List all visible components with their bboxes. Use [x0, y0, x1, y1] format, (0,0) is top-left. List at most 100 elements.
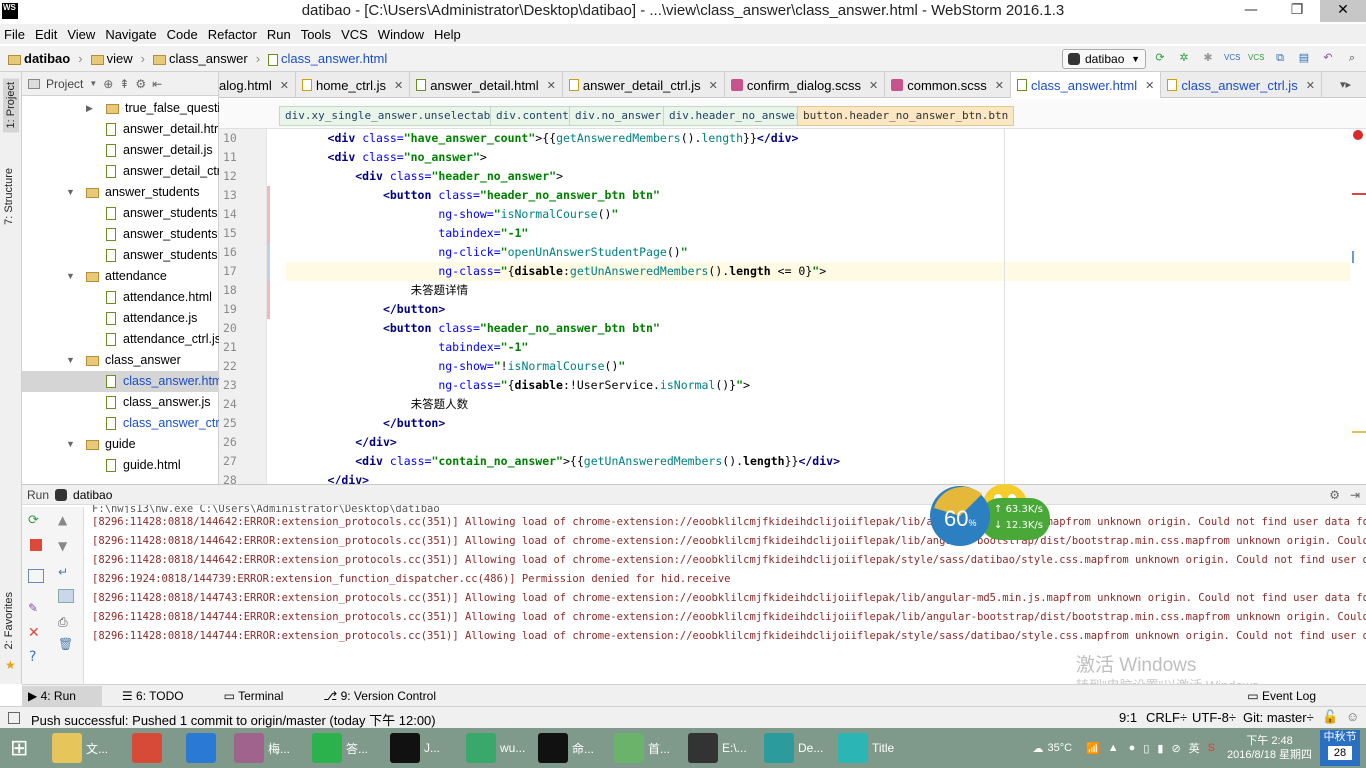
vcs-update-icon[interactable]: VCS: [1224, 50, 1240, 66]
revert-icon[interactable]: ↶: [1320, 50, 1336, 66]
menu-edit[interactable]: Edit: [35, 27, 57, 42]
breadcrumb-item-file[interactable]: class_answer.html: [268, 51, 387, 66]
lock-icon[interactable]: 🔓: [1322, 709, 1338, 725]
tree-file-row[interactable]: answer_students: [22, 245, 219, 266]
taskbar-app-button[interactable]: J...: [390, 730, 440, 766]
line-separator[interactable]: CRLF÷: [1146, 710, 1187, 725]
tag-breadcrumb-item[interactable]: div.no_answer: [569, 106, 668, 126]
help-icon[interactable]: ?: [29, 649, 45, 665]
tree-file-row[interactable]: answer_detail_ctr: [22, 161, 219, 182]
collapse-icon[interactable]: ⇞: [119, 77, 129, 91]
line-number[interactable]: 19: [219, 300, 266, 319]
qq-icon[interactable]: ●: [1129, 742, 1136, 754]
debugger-icon[interactable]: ✎: [28, 601, 44, 615]
close-tab-icon[interactable]: ✕: [995, 79, 1004, 92]
tree-file-row[interactable]: answer_students: [22, 203, 219, 224]
code-line[interactable]: <div class="no_answer">: [286, 148, 1350, 167]
inspector-icon[interactable]: ☺: [1346, 709, 1359, 724]
editor-scrollbar[interactable]: [1350, 129, 1366, 484]
run-config-tab[interactable]: datibao: [73, 488, 112, 502]
line-number[interactable]: 16: [219, 243, 266, 262]
caret-position[interactable]: 9:1: [1119, 710, 1137, 725]
tree-file-row[interactable]: attendance.html: [22, 287, 219, 308]
calendar-widget[interactable]: 中秋节 28: [1320, 730, 1360, 766]
editor-tab[interactable]: confirm_dialog.scss ✕: [725, 72, 886, 98]
tree-file-row[interactable]: answer_detail.htr: [22, 119, 219, 140]
editor-tab[interactable]: class_answer.html ✕: [1010, 72, 1162, 98]
line-number[interactable]: 25: [219, 414, 266, 433]
down-arrow-icon[interactable]: ▼: [58, 539, 74, 553]
tree-file-row[interactable]: answer_detail.js: [22, 140, 219, 161]
console-output[interactable]: F:\nwjs13\nw.exe C:\Users\Administrator\…: [92, 505, 1366, 646]
status-message[interactable]: Push successful: Pushed 1 commit to orig…: [31, 710, 436, 729]
network-speed-widget[interactable]: 60% ↑ 63.3K/s ↓ 12.3K/s: [930, 478, 1050, 548]
line-number[interactable]: 18: [219, 281, 266, 300]
restore-layout-icon[interactable]: [28, 569, 44, 583]
code-line[interactable]: <div class="header_no_answer">: [286, 167, 1350, 186]
taskbar-app-button[interactable]: [186, 730, 220, 766]
sync-icon[interactable]: ⊕: [103, 77, 113, 91]
line-number[interactable]: 12: [219, 167, 266, 186]
rerun-icon[interactable]: ⟳: [28, 513, 44, 528]
close-icon[interactable]: ✕: [28, 625, 44, 641]
menu-help[interactable]: Help: [434, 27, 461, 42]
run-config-selector[interactable]: datibao ▼: [1062, 49, 1146, 69]
taskbar-app-button[interactable]: De...: [764, 730, 823, 766]
menu-window[interactable]: Window: [378, 27, 424, 42]
vcs-commit-icon[interactable]: VCS: [1248, 50, 1264, 66]
battery-icon[interactable]: ▯: [1143, 742, 1149, 755]
tag-breadcrumb-item[interactable]: button.header_no_answer_btn.btn: [797, 106, 1015, 126]
soft-wrap-icon[interactable]: ↵: [58, 565, 74, 579]
pin-icon[interactable]: [58, 589, 74, 603]
code-editor[interactable]: <div class="have_answer_count">{{getAnsw…: [286, 129, 1350, 484]
code-line[interactable]: 未答题人数: [286, 395, 1350, 414]
tree-folder-row[interactable]: ▼ answer_students: [22, 182, 219, 203]
close-tab-icon[interactable]: ✕: [1145, 79, 1154, 92]
gear-icon[interactable]: ⚙: [135, 77, 146, 91]
code-line[interactable]: 未答题详情: [286, 281, 1350, 300]
error-stripe-marker[interactable]: [1352, 193, 1366, 195]
tree-folder-row[interactable]: ▼ guide: [22, 434, 219, 455]
taskbar-app-button[interactable]: 命...: [538, 730, 594, 766]
menu-file[interactable]: File: [4, 27, 25, 42]
menu-run[interactable]: Run: [267, 27, 291, 42]
close-tab-icon[interactable]: ✕: [280, 79, 289, 92]
code-line[interactable]: ng-show="!isNormalCourse()": [286, 357, 1350, 376]
close-button[interactable]: ✕: [1320, 0, 1366, 22]
sogou-icon[interactable]: S: [1208, 742, 1215, 754]
taskbar-app-button[interactable]: E:\...: [688, 730, 747, 766]
code-line[interactable]: tabindex="-1": [286, 224, 1350, 243]
gear-icon[interactable]: ⚙: [1329, 488, 1340, 502]
line-number[interactable]: 27: [219, 452, 266, 471]
taskbar-app-button[interactable]: 答...: [312, 730, 368, 766]
menu-code[interactable]: Code: [167, 27, 198, 42]
debug-icon[interactable]: ✲: [1176, 50, 1192, 66]
tree-folder-row[interactable]: ▶ true_false_questi: [22, 98, 219, 119]
status-panel-icon[interactable]: [8, 712, 20, 724]
tag-breadcrumb-item[interactable]: div.content: [490, 106, 575, 126]
editor-tab[interactable]: answer_detail_ctrl.js ✕: [563, 72, 725, 98]
code-line[interactable]: ng-class="{disable:getUnAnsweredMembers(…: [286, 262, 1350, 281]
tree-file-row[interactable]: attendance_ctrl.js: [22, 329, 219, 350]
taskbar-app-button[interactable]: [132, 730, 166, 766]
close-tab-icon[interactable]: ✕: [709, 79, 718, 92]
tree-file-row[interactable]: answer_students: [22, 224, 219, 245]
tree-folder-row[interactable]: ▼ class_answer: [22, 350, 219, 371]
line-number[interactable]: 26: [219, 433, 266, 452]
menu-view[interactable]: View: [67, 27, 95, 42]
line-number[interactable]: 14: [219, 205, 266, 224]
line-number[interactable]: 20: [219, 319, 266, 338]
change-stripe-marker[interactable]: [1352, 251, 1354, 263]
tab-project[interactable]: 1: Project: [3, 78, 19, 133]
tree-file-row[interactable]: class_answer_ctrl: [22, 413, 219, 434]
tag-breadcrumb-item[interactable]: div.xy_single_answer.unselectable: [279, 106, 510, 126]
line-number[interactable]: 24: [219, 395, 266, 414]
hide-panel-icon[interactable]: ⇥: [1350, 488, 1360, 502]
up-arrow-icon[interactable]: ▲: [58, 513, 74, 527]
close-tab-icon[interactable]: ✕: [1306, 79, 1315, 92]
rerun-icon[interactable]: ⟳: [1152, 50, 1168, 66]
line-number[interactable]: 13: [219, 186, 266, 205]
breadcrumb-item-class-answer[interactable]: class_answer: [152, 51, 248, 66]
tree-file-row[interactable]: class_answer.js: [22, 392, 219, 413]
code-line[interactable]: ng-click="openUnAnswerStudentPage()": [286, 243, 1350, 262]
